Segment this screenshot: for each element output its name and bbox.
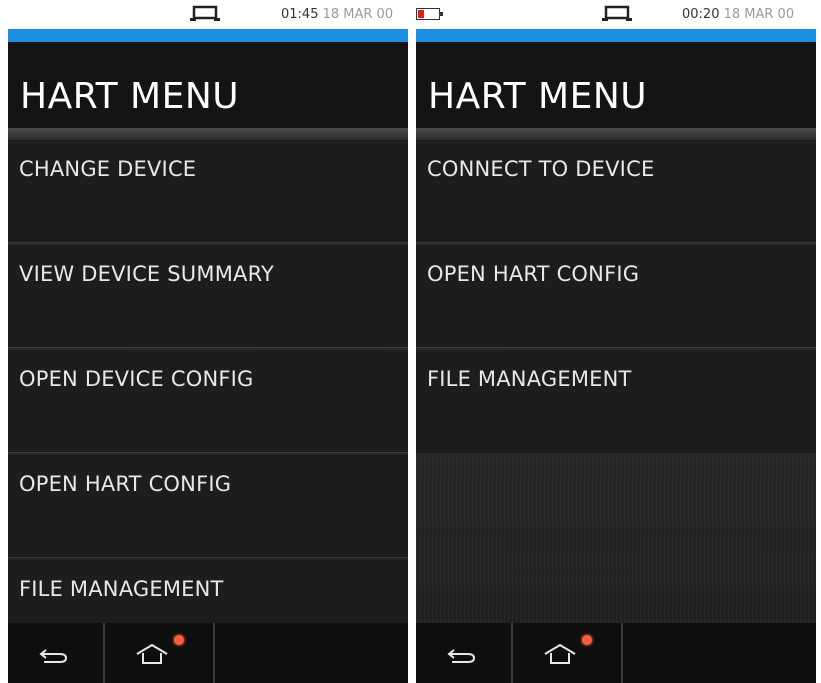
back-arrow-icon [39, 649, 68, 663]
menu-item-file-management[interactable]: FILE MANAGEMENT [416, 350, 816, 453]
usb-connection-icon [602, 5, 632, 21]
menu-item-label: CHANGE DEVICE [19, 157, 197, 181]
notification-dot [174, 635, 184, 645]
accent-bar [8, 29, 408, 42]
home-button[interactable] [513, 623, 623, 683]
nav-bar [416, 623, 816, 683]
title-divider [8, 128, 408, 140]
nav-bar [8, 623, 408, 683]
menu-item-connect-to-device[interactable]: CONNECT TO DEVICE [416, 140, 816, 243]
menu-item-label: CONNECT TO DEVICE [427, 157, 655, 181]
home-button[interactable] [105, 623, 215, 683]
page-title: HART MENU [20, 76, 240, 117]
menu-item-open-hart-config[interactable]: OPEN HART CONFIG [416, 245, 816, 348]
battery-low-icon [416, 8, 443, 20]
status-clock: 01:45 18 MAR 00 [281, 7, 393, 22]
accent-bar [416, 29, 816, 42]
usb-connection-icon [190, 5, 220, 21]
status-date: 18 MAR 00 [322, 7, 394, 22]
status-bar: 01:45 18 MAR 00 [8, 0, 408, 29]
status-time: 00:20 [682, 7, 720, 22]
home-icon [136, 643, 168, 664]
back-arrow-icon [447, 649, 476, 663]
back-button[interactable] [416, 623, 513, 683]
back-button[interactable] [8, 623, 105, 683]
title-bar: HART MENU [8, 42, 408, 128]
menu-item-label: OPEN HART CONFIG [19, 472, 232, 496]
menu-item-file-management[interactable]: FILE MANAGEMENT [8, 560, 408, 623]
menu-item-view-device-summary[interactable]: VIEW DEVICE SUMMARY [8, 245, 408, 348]
menu-item-label: FILE MANAGEMENT [427, 367, 632, 391]
home-icon [544, 643, 576, 664]
menu-item-label: OPEN DEVICE CONFIG [19, 367, 254, 391]
status-date: 18 MAR 00 [723, 7, 795, 22]
menu-item-open-device-config[interactable]: OPEN DEVICE CONFIG [8, 350, 408, 453]
status-bar: 00:20 18 MAR 00 [416, 0, 816, 29]
menu-item-label: OPEN HART CONFIG [427, 262, 640, 286]
device-screen-right: 00:20 18 MAR 00 HART MENU CONNECT TO DEV… [416, 0, 816, 683]
status-time: 01:45 [281, 7, 319, 22]
menu-item-label: FILE MANAGEMENT [19, 577, 224, 601]
notification-dot [582, 635, 592, 645]
title-divider [416, 128, 816, 140]
page-title: HART MENU [428, 76, 648, 117]
status-clock: 00:20 18 MAR 00 [682, 7, 794, 22]
menu-item-label: VIEW DEVICE SUMMARY [19, 262, 275, 286]
device-screen-left: 01:45 18 MAR 00 HART MENU CHANGE DEVICE … [8, 0, 408, 683]
menu-item-change-device[interactable]: CHANGE DEVICE [8, 140, 408, 243]
menu-item-open-hart-config[interactable]: OPEN HART CONFIG [8, 455, 408, 558]
title-bar: HART MENU [416, 42, 816, 128]
